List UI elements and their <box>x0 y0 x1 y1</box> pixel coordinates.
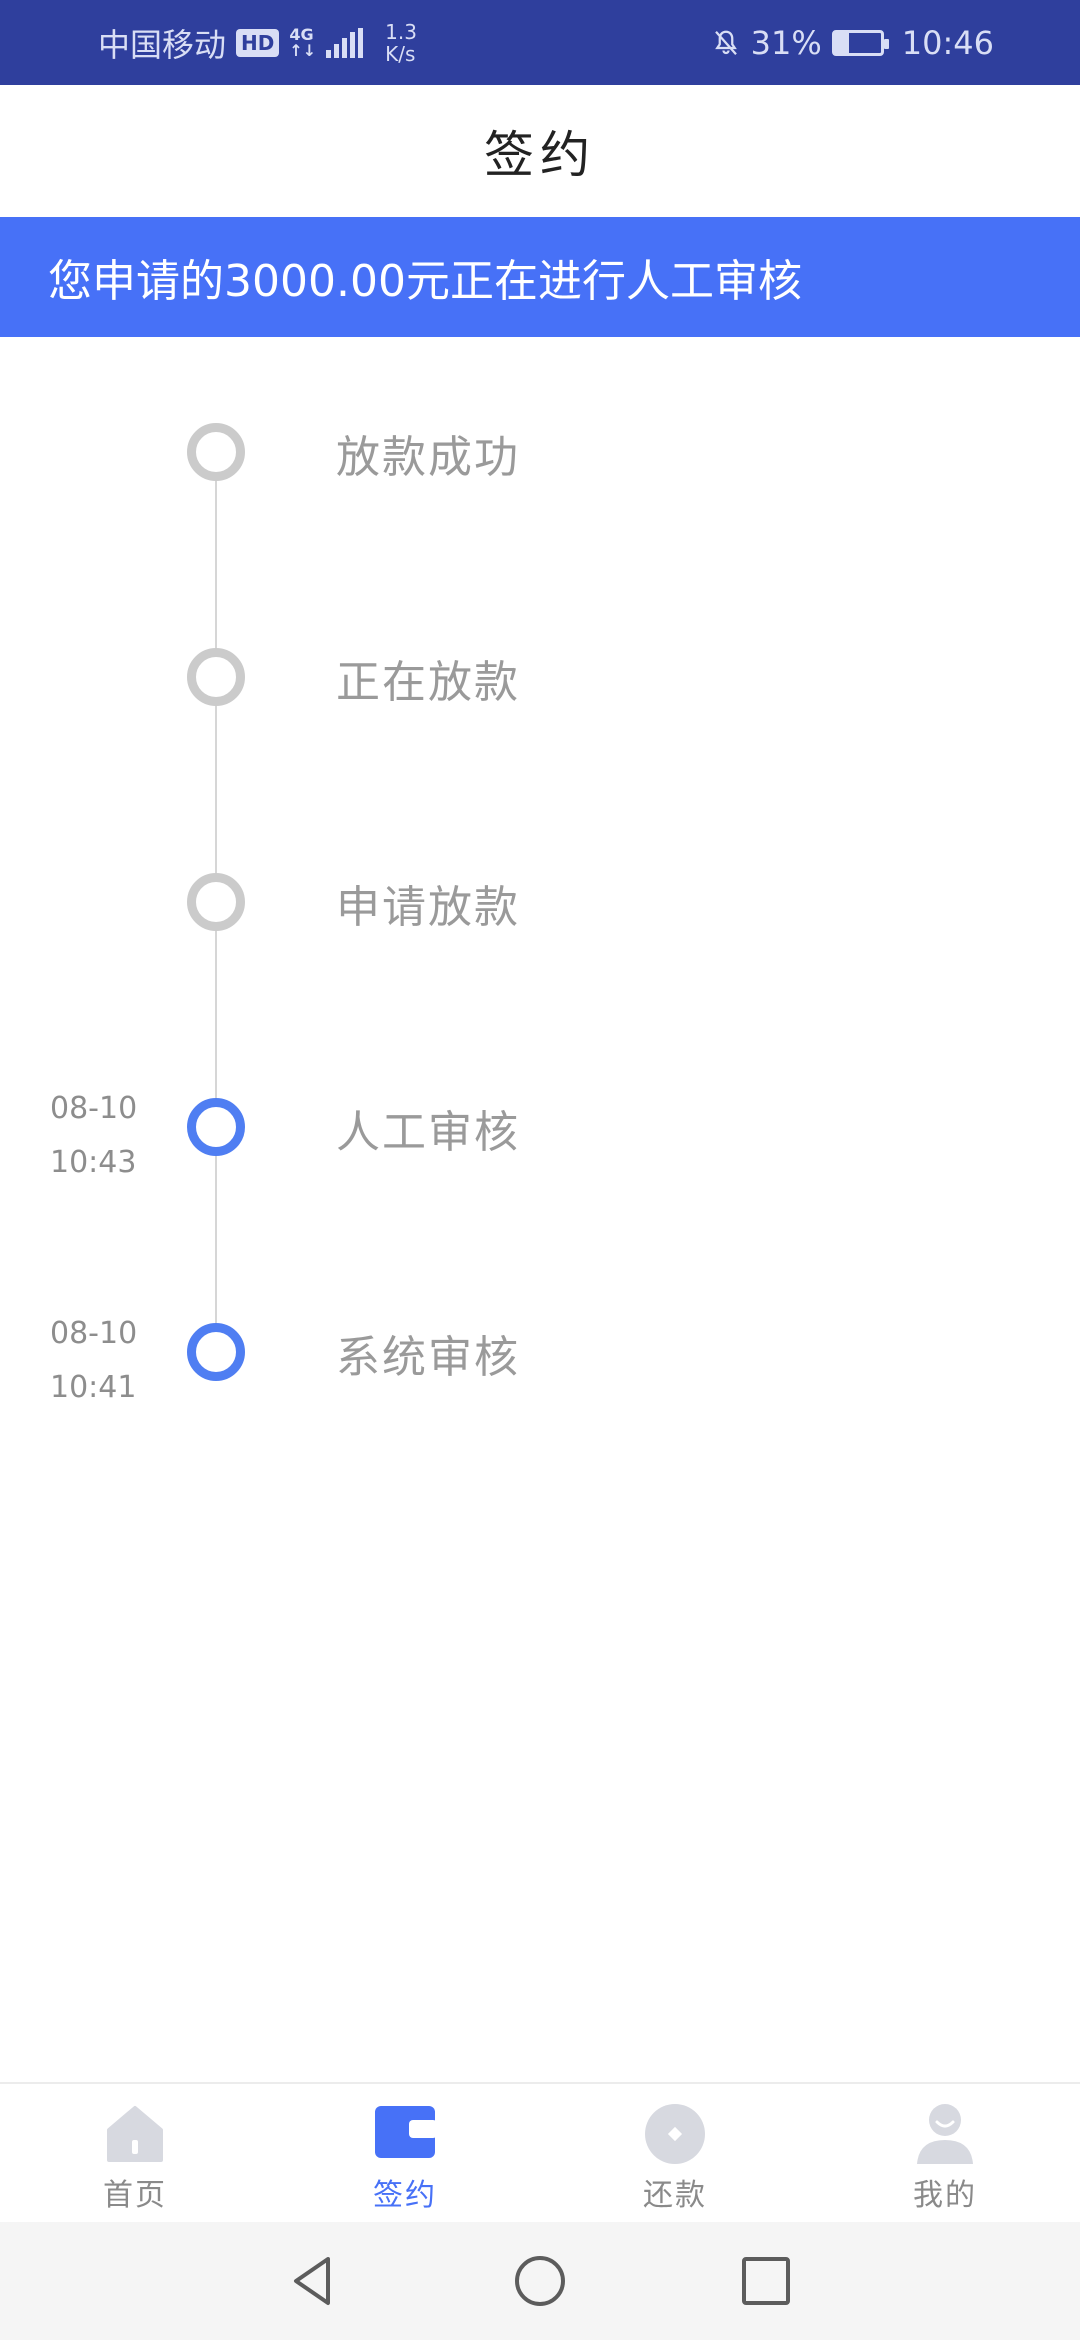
wallet-icon <box>375 2106 437 2158</box>
header: 签约 <box>0 85 1080 217</box>
network-activity-arrows: ↑↓ <box>289 40 317 60</box>
screen: 中国移动 HD 4G ↑↓ 1.3 K/s 31% 10:46 签约 您申请的3… <box>0 0 1080 2340</box>
step-date: 08-10 <box>50 1091 138 1126</box>
timeline-step-system-review: 08-10 10:41 系统审核 <box>0 1291 1080 1411</box>
tab-mine[interactable]: 我的 <box>845 2084 1045 2222</box>
step-timestamp: 08-10 10:41 <box>50 1307 170 1415</box>
timeline-step-apply-disbursement: 申请放款 <box>0 841 1080 961</box>
network-type: 4G ↑↓ <box>289 26 317 60</box>
step-dot <box>187 648 245 706</box>
tab-label: 我的 <box>913 2178 977 2213</box>
step-label: 申请放款 <box>336 882 520 933</box>
timeline-step-disbursing: 正在放款 <box>0 616 1080 736</box>
banner-message: 您申请的3000.00元正在进行人工审核 <box>48 256 802 307</box>
step-label: 放款成功 <box>336 432 520 483</box>
progress-timeline: 放款成功 正在放款 申请放款 08-10 10:43 人工审核 08-10 10… <box>0 337 1080 2082</box>
system-nav-bar <box>0 2222 1080 2340</box>
signal-icon <box>326 27 364 58</box>
battery-fill <box>834 32 850 53</box>
clock: 10:46 <box>901 23 994 62</box>
step-dot <box>187 1323 245 1381</box>
step-time: 10:41 <box>50 1370 137 1405</box>
bottom-nav: 首页 签约 还款 我的 <box>0 2082 1080 2222</box>
user-icon <box>917 2104 973 2164</box>
step-dot <box>187 423 245 481</box>
recents-icon[interactable] <box>738 2253 794 2309</box>
tab-label: 还款 <box>643 2178 707 2213</box>
step-label: 系统审核 <box>336 1332 520 1383</box>
battery-percent: 31% <box>750 23 822 62</box>
home-icon <box>107 2106 163 2162</box>
page-title: 签约 <box>484 126 596 184</box>
status-banner: 您申请的3000.00元正在进行人工审核 <box>0 217 1080 337</box>
coin-icon <box>645 2104 705 2164</box>
tab-repay[interactable]: 还款 <box>575 2084 775 2222</box>
tab-sign[interactable]: 签约 <box>305 2084 505 2222</box>
step-label: 人工审核 <box>336 1107 520 1158</box>
carrier-name: 中国移动 <box>98 25 227 64</box>
step-date: 08-10 <box>50 1316 138 1351</box>
status-right: 31% 10:46 <box>711 24 994 62</box>
step-dot <box>187 1098 245 1156</box>
step-timestamp: 08-10 10:43 <box>50 1082 170 1190</box>
timeline-step-loan-success: 放款成功 <box>0 391 1080 511</box>
timeline-step-manual-review: 08-10 10:43 人工审核 <box>0 1066 1080 1186</box>
status-left: 中国移动 HD 4G ↑↓ 1.3 K/s <box>98 20 417 66</box>
tab-label: 签约 <box>373 2178 437 2213</box>
home-button-icon[interactable] <box>512 2253 568 2309</box>
hd-badge: HD <box>236 28 280 57</box>
battery-icon <box>831 29 889 56</box>
network-speed-unit: K/s <box>385 41 416 66</box>
step-dot <box>187 873 245 931</box>
network-speed: 1.3 K/s <box>385 21 417 65</box>
network-speed-value: 1.3 <box>385 19 417 44</box>
status-bar: 中国移动 HD 4G ↑↓ 1.3 K/s 31% 10:46 <box>0 0 1080 85</box>
bell-off-icon <box>714 30 737 55</box>
step-time: 10:43 <box>50 1145 137 1180</box>
tab-label: 首页 <box>103 2178 167 2213</box>
step-label: 正在放款 <box>336 657 520 708</box>
back-icon[interactable] <box>286 2253 342 2309</box>
tab-home[interactable]: 首页 <box>35 2084 235 2222</box>
